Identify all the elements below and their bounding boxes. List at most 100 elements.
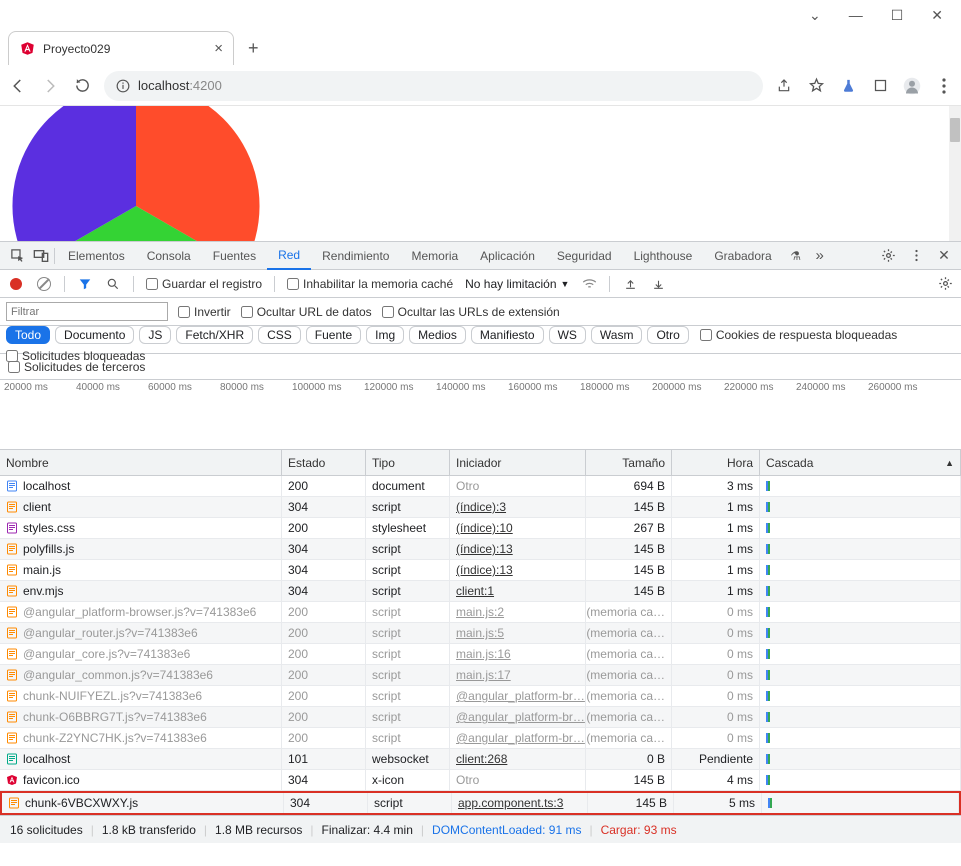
network-row[interactable]: localhost200documentOtro694 B3 ms xyxy=(0,476,961,497)
browser-tab[interactable]: Proyecto029 × xyxy=(8,31,234,65)
devtools-tab-grabadora[interactable]: Grabadora xyxy=(703,242,782,270)
profile-avatar-icon[interactable] xyxy=(903,77,921,95)
request-initiator[interactable]: app.component.ts:3 xyxy=(452,793,588,813)
network-row[interactable]: client304script(índice):3145 B1 ms xyxy=(0,497,961,518)
flask-icon[interactable] xyxy=(839,77,857,95)
request-initiator[interactable]: main.js:17 xyxy=(450,665,586,685)
request-initiator[interactable]: client:1 xyxy=(450,581,586,601)
search-icon[interactable] xyxy=(105,276,121,292)
col-header-waterfall[interactable]: Cascada▲ xyxy=(760,450,961,475)
filter-input[interactable] xyxy=(6,302,168,321)
invert-checkbox[interactable]: Invertir xyxy=(178,305,231,319)
page-scrollbar[interactable] xyxy=(949,106,961,241)
devtools-tab-memoria[interactable]: Memoria xyxy=(400,242,469,270)
type-filter-css[interactable]: CSS xyxy=(258,326,301,344)
request-initiator[interactable]: main.js:2 xyxy=(450,602,586,622)
col-header-initiator[interactable]: Iniciador xyxy=(450,450,586,475)
network-row[interactable]: @angular_router.js?v=741383e6200scriptma… xyxy=(0,623,961,644)
devtools-menu-icon[interactable] xyxy=(905,245,927,267)
type-filter-js[interactable]: JS xyxy=(139,326,171,344)
network-row[interactable]: @angular_platform-browser.js?v=741383e62… xyxy=(0,602,961,623)
col-header-time[interactable]: Hora xyxy=(672,450,760,475)
type-filter-fetch/xhr[interactable]: Fetch/XHR xyxy=(176,326,253,344)
window-maximize-icon[interactable]: ☐ xyxy=(891,7,904,24)
devtools-tab-consola[interactable]: Consola xyxy=(136,242,202,270)
window-dropdown-icon[interactable]: ⌄ xyxy=(809,7,821,24)
col-header-name[interactable]: Nombre xyxy=(0,450,282,475)
inspect-element-icon[interactable] xyxy=(6,245,28,267)
devtools-close-icon[interactable]: ✕ xyxy=(933,245,955,267)
network-row[interactable]: env.mjs304scriptclient:1145 B1 ms xyxy=(0,581,961,602)
col-header-size[interactable]: Tamaño xyxy=(586,450,672,475)
network-row[interactable]: favicon.ico304x-iconOtro145 B4 ms xyxy=(0,770,961,791)
request-initiator[interactable]: @angular_platform-br… xyxy=(450,686,586,706)
request-initiator[interactable]: client:268 xyxy=(450,749,586,769)
share-icon[interactable] xyxy=(775,77,793,95)
network-row[interactable]: chunk-O6BBRG7T.js?v=741383e6200script@an… xyxy=(0,707,961,728)
devtools-tab-elementos[interactable]: Elementos xyxy=(57,242,136,270)
request-initiator[interactable]: @angular_platform-br… xyxy=(450,707,586,727)
type-filter-wasm[interactable]: Wasm xyxy=(591,326,643,344)
request-initiator[interactable]: (índice):3 xyxy=(450,497,586,517)
network-row[interactable]: chunk-6VBCXWXY.js304scriptapp.component.… xyxy=(0,791,961,815)
new-tab-button[interactable]: + xyxy=(248,38,259,59)
devtools-tab-rendimiento[interactable]: Rendimiento xyxy=(311,242,400,270)
bookmark-star-icon[interactable] xyxy=(807,77,825,95)
type-filter-ws[interactable]: WS xyxy=(549,326,586,344)
tab-close-icon[interactable]: × xyxy=(214,40,223,57)
request-initiator[interactable]: (índice):13 xyxy=(450,560,586,580)
hide-extension-urls-checkbox[interactable]: Ocultar las URLs de extensión xyxy=(382,305,560,319)
type-filter-fuente[interactable]: Fuente xyxy=(306,326,361,344)
reload-button[interactable] xyxy=(72,76,92,96)
network-timeline[interactable]: 20000 ms40000 ms60000 ms80000 ms100000 m… xyxy=(0,380,961,450)
extensions-icon[interactable] xyxy=(871,77,889,95)
type-filter-otro[interactable]: Otro xyxy=(647,326,688,344)
request-initiator[interactable]: @angular_platform-br… xyxy=(450,728,586,748)
network-row[interactable]: localhost101websocketclient:2680 BPendie… xyxy=(0,749,961,770)
network-settings-icon[interactable] xyxy=(937,276,953,292)
type-filter-manifiesto[interactable]: Manifiesto xyxy=(471,326,544,344)
url-bar[interactable]: localhost:4200 xyxy=(104,71,763,101)
scrollbar-thumb[interactable] xyxy=(950,118,960,142)
request-initiator[interactable]: Otro xyxy=(450,770,586,790)
type-filter-img[interactable]: Img xyxy=(366,326,404,344)
throttling-select[interactable]: No hay limitación▼ xyxy=(465,277,569,291)
record-button[interactable] xyxy=(8,276,24,292)
col-header-status[interactable]: Estado xyxy=(282,450,366,475)
request-initiator[interactable]: main.js:16 xyxy=(450,644,586,664)
window-minimize-icon[interactable]: ― xyxy=(849,7,863,23)
network-row[interactable]: @angular_core.js?v=741383e6200scriptmain… xyxy=(0,644,961,665)
type-filter-medios[interactable]: Medios xyxy=(409,326,466,344)
wifi-conditions-icon[interactable] xyxy=(581,276,597,292)
back-button[interactable] xyxy=(8,76,28,96)
upload-har-icon[interactable] xyxy=(622,276,638,292)
type-filter-todo[interactable]: Todo xyxy=(6,326,50,344)
device-toggle-icon[interactable] xyxy=(30,245,52,267)
disable-cache-checkbox[interactable]: Inhabilitar la memoria caché xyxy=(287,277,453,291)
third-party-checkbox[interactable]: Solicitudes de terceros xyxy=(8,360,145,374)
network-row[interactable]: main.js304script(índice):13145 B1 ms xyxy=(0,560,961,581)
clear-button[interactable] xyxy=(36,276,52,292)
devtools-tab-lighthouse[interactable]: Lighthouse xyxy=(623,242,704,270)
request-initiator[interactable]: main.js:5 xyxy=(450,623,586,643)
blocked-cookies-checkbox[interactable]: Cookies de respuesta bloqueadas xyxy=(700,328,897,342)
menu-kebab-icon[interactable] xyxy=(935,77,953,95)
network-row[interactable]: chunk-NUIFYEZL.js?v=741383e6200script@an… xyxy=(0,686,961,707)
network-row[interactable]: styles.css200stylesheet(índice):10267 B1… xyxy=(0,518,961,539)
network-row[interactable]: @angular_common.js?v=741383e6200scriptma… xyxy=(0,665,961,686)
window-close-icon[interactable]: ✕ xyxy=(931,7,943,24)
type-filter-documento[interactable]: Documento xyxy=(55,326,134,344)
col-header-type[interactable]: Tipo xyxy=(366,450,450,475)
download-har-icon[interactable] xyxy=(650,276,666,292)
devtools-tab-fuentes[interactable]: Fuentes xyxy=(202,242,267,270)
preserve-log-checkbox[interactable]: Guardar el registro xyxy=(146,277,262,291)
devtools-tab-seguridad[interactable]: Seguridad xyxy=(546,242,623,270)
devtools-tab-aplicación[interactable]: Aplicación xyxy=(469,242,546,270)
site-info-icon[interactable] xyxy=(116,79,130,93)
hide-data-urls-checkbox[interactable]: Ocultar URL de datos xyxy=(241,305,372,319)
more-tabs-icon[interactable]: » xyxy=(809,245,831,267)
request-initiator[interactable]: Otro xyxy=(450,476,586,496)
settings-gear-icon[interactable] xyxy=(877,245,899,267)
network-row[interactable]: chunk-Z2YNC7HK.js?v=741383e6200script@an… xyxy=(0,728,961,749)
forward-button[interactable] xyxy=(40,76,60,96)
